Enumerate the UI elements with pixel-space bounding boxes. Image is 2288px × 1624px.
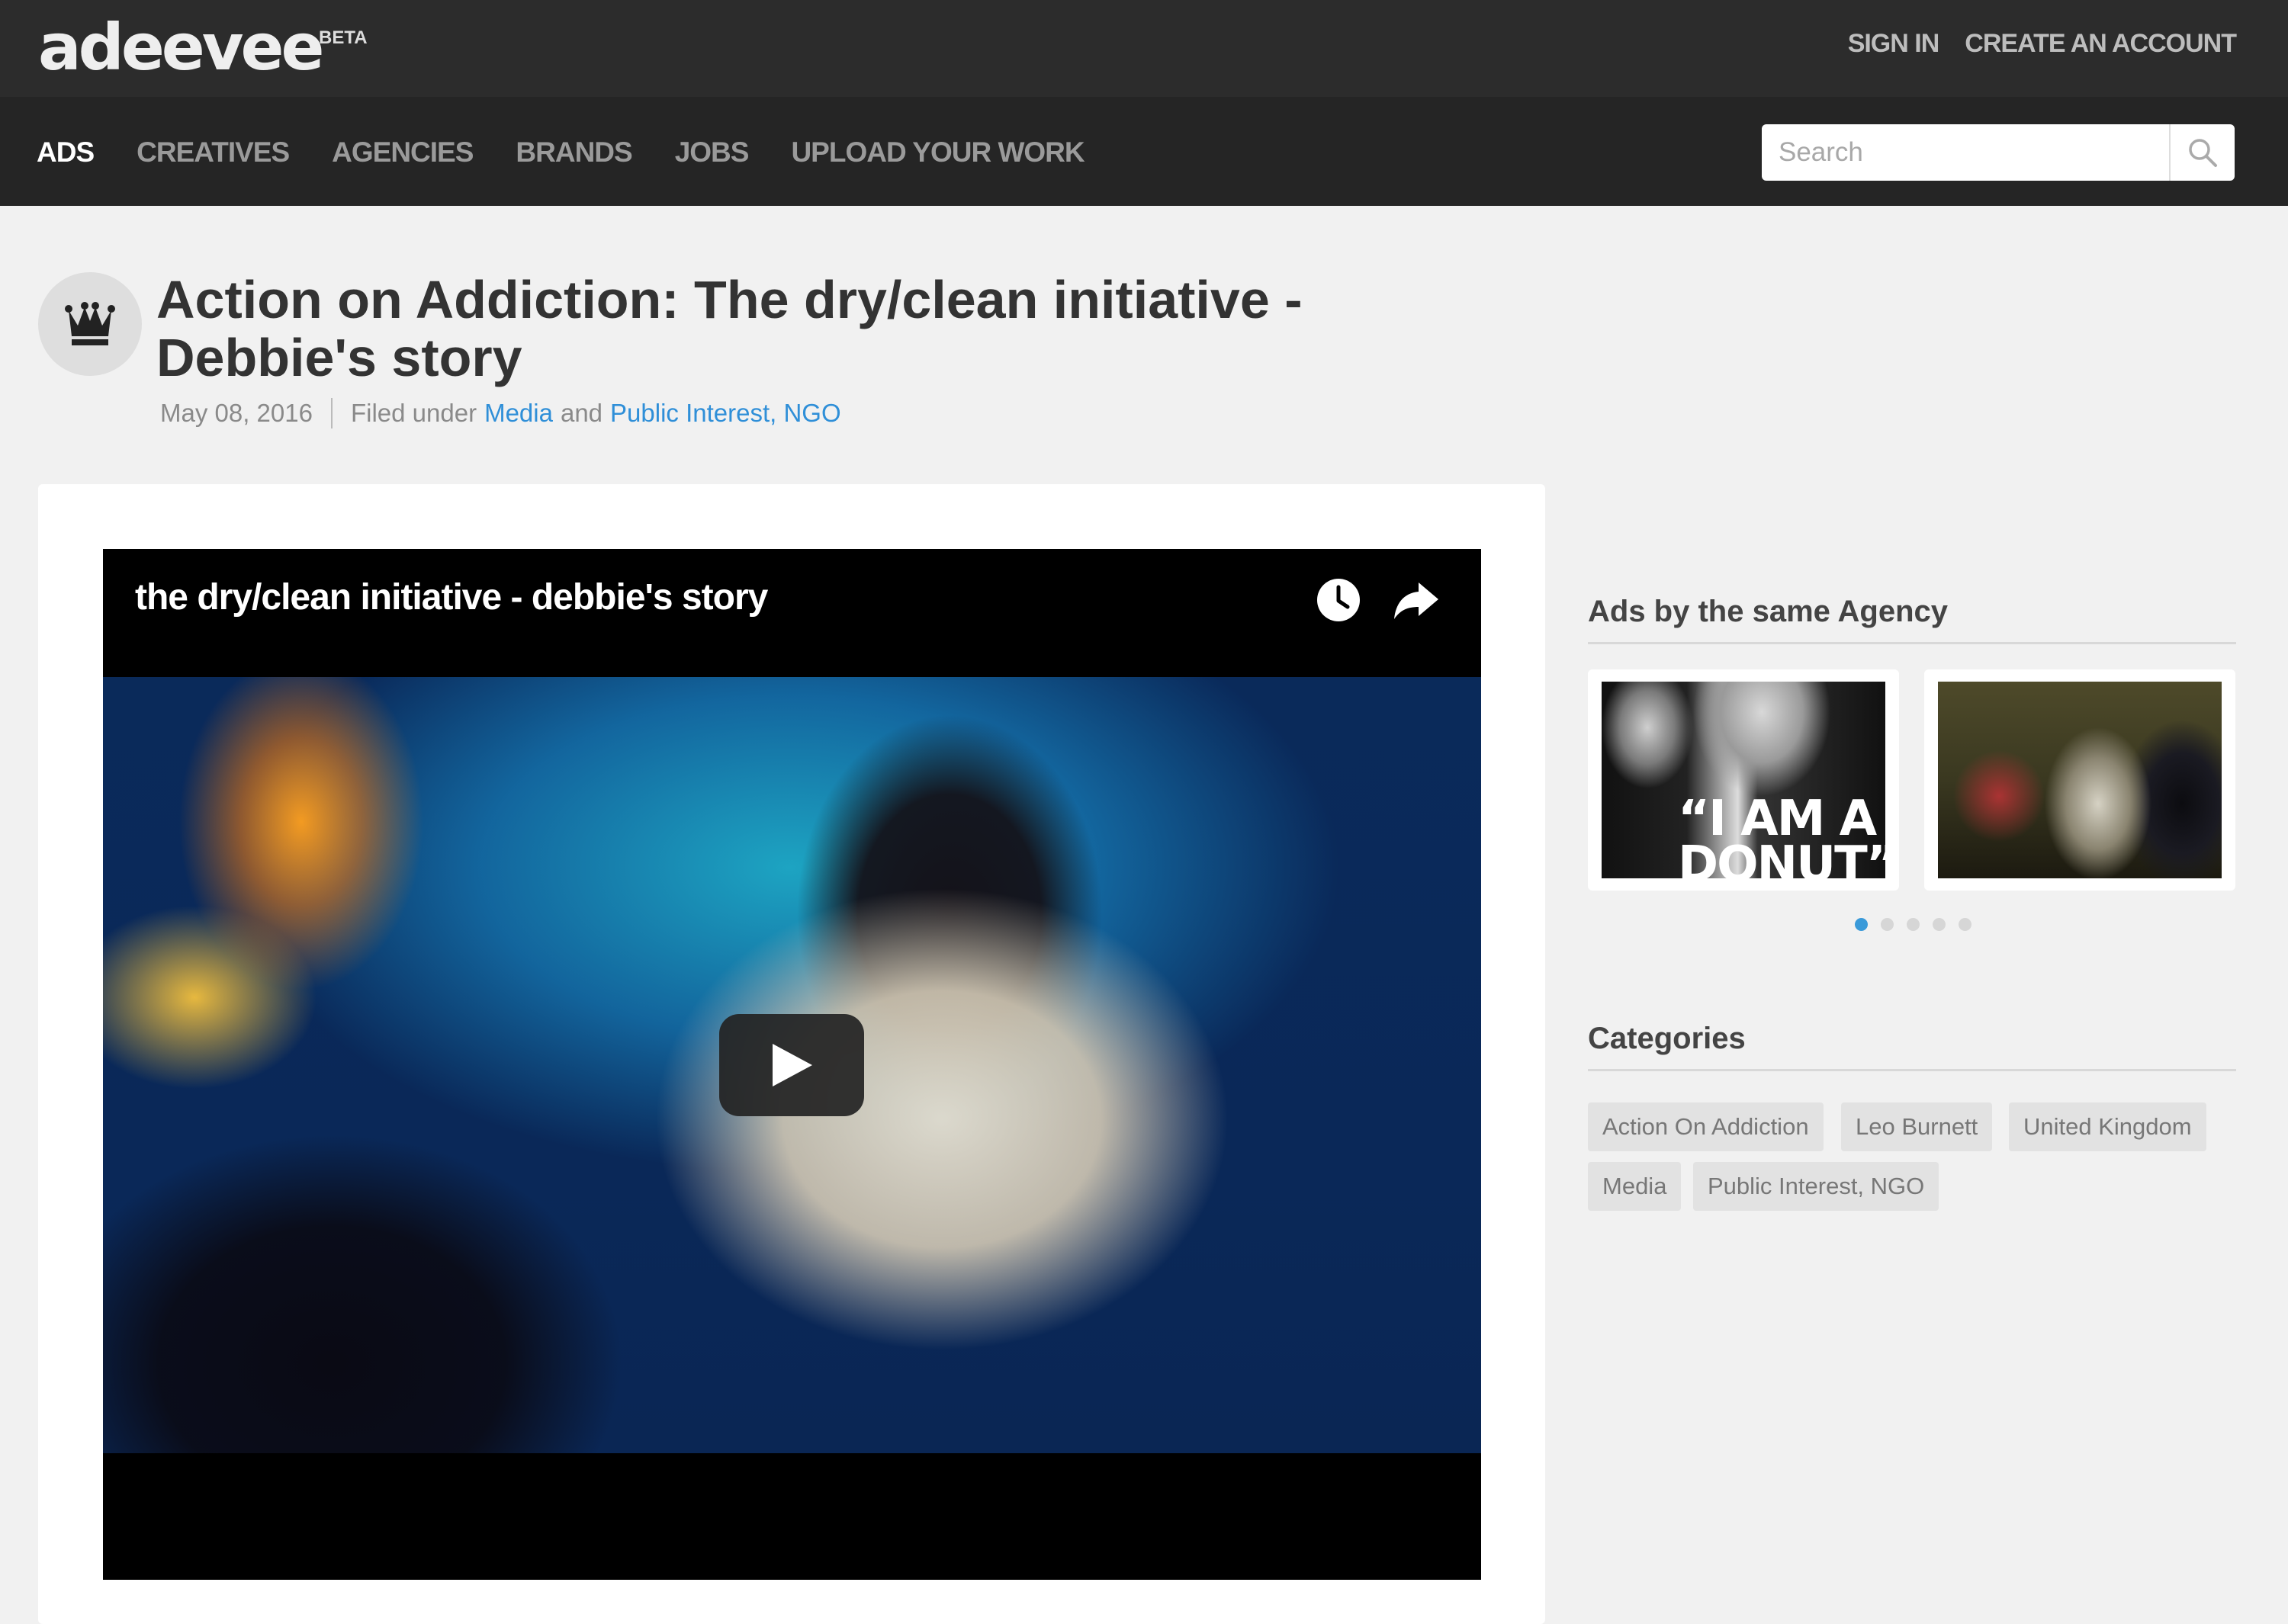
sign-in-link[interactable]: SIGN IN	[1848, 29, 1940, 59]
play-icon	[773, 1044, 812, 1086]
crown-icon	[65, 302, 115, 345]
tag-action-on-addiction[interactable]: Action On Addiction	[1588, 1102, 1824, 1151]
categories-heading: Categories	[1588, 1022, 1746, 1055]
carousel-dot[interactable]	[1933, 918, 1946, 931]
search-button[interactable]	[2169, 124, 2235, 181]
nav-item-agencies[interactable]: AGENCIES	[332, 136, 474, 168]
agency-ad-thumbnail[interactable]: “I AM A DONUT”	[1588, 669, 1899, 891]
share-icon[interactable]	[1393, 576, 1440, 624]
article-meta: May 08, 2016 Filed under Media and Publi…	[160, 398, 841, 428]
main-content-card: the dry/clean initiative - debbie's stor…	[38, 484, 1545, 1624]
tag-leo-burnett[interactable]: Leo Burnett	[1841, 1102, 1993, 1151]
categories-divider	[1588, 1069, 2236, 1071]
search-input[interactable]	[1762, 124, 2183, 181]
clock-icon[interactable]	[1315, 576, 1362, 624]
create-account-link[interactable]: CREATE AN ACCOUNT	[1965, 29, 2237, 59]
main-nav-bar: ADS CREATIVES AGENCIES BRANDS JOBS UPLOA…	[0, 97, 2288, 206]
site-logo[interactable]: adeevee	[38, 9, 324, 85]
carousel-dot[interactable]	[1907, 918, 1920, 931]
search-icon	[2189, 139, 2217, 167]
category-link-public-interest[interactable]: Public Interest, NGO	[610, 399, 841, 428]
tag-media[interactable]: Media	[1588, 1162, 1682, 1211]
carousel-dot[interactable]	[1881, 918, 1894, 931]
carousel-dot[interactable]	[1959, 918, 1971, 931]
video-actions	[1315, 576, 1440, 624]
beta-label: BETA	[319, 27, 368, 48]
carousel-dot[interactable]	[1855, 918, 1868, 931]
conjunction-label: and	[560, 399, 603, 427]
agency-ad-thumbnail[interactable]	[1924, 669, 2235, 891]
thumbnail-overlay-text: “I AM A DONUT”	[1678, 791, 1885, 878]
top-bar: adeevee BETA SIGN IN CREATE AN ACCOUNT	[0, 0, 2288, 97]
category-link-media[interactable]: Media	[484, 399, 553, 428]
nav-item-upload-your-work[interactable]: UPLOAD YOUR WORK	[791, 136, 1085, 168]
meta-divider	[330, 398, 333, 428]
publish-date: May 08, 2016	[160, 399, 313, 427]
play-button[interactable]	[719, 1014, 864, 1116]
carousel-pagination	[1855, 918, 1971, 931]
nav-item-jobs[interactable]: JOBS	[675, 136, 750, 168]
filed-under-label: Filed under	[350, 399, 477, 427]
search-box	[1762, 124, 2235, 181]
nav-item-ads[interactable]: ADS	[37, 136, 95, 168]
video-title[interactable]: the dry/clean initiative - debbie's stor…	[135, 576, 768, 618]
main-nav: ADS CREATIVES AGENCIES BRANDS JOBS UPLOA…	[37, 136, 1085, 168]
category-badge	[38, 272, 142, 376]
agency-ad-image: “I AM A DONUT”	[1602, 682, 1885, 878]
nav-item-brands[interactable]: BRANDS	[516, 136, 632, 168]
nav-item-creatives[interactable]: CREATIVES	[137, 136, 290, 168]
page-title: Action on Addiction: The dry/clean initi…	[156, 270, 1303, 387]
same-agency-heading: Ads by the same Agency	[1588, 595, 1949, 628]
account-links: SIGN IN CREATE AN ACCOUNT	[1848, 29, 2237, 59]
tag-united-kingdom[interactable]: United Kingdom	[2009, 1102, 2206, 1151]
video-player[interactable]: the dry/clean initiative - debbie's stor…	[103, 549, 1481, 1580]
same-agency-divider	[1588, 642, 2236, 644]
tag-public-interest-ngo[interactable]: Public Interest, NGO	[1693, 1162, 1939, 1211]
agency-ad-image	[1938, 682, 2222, 878]
